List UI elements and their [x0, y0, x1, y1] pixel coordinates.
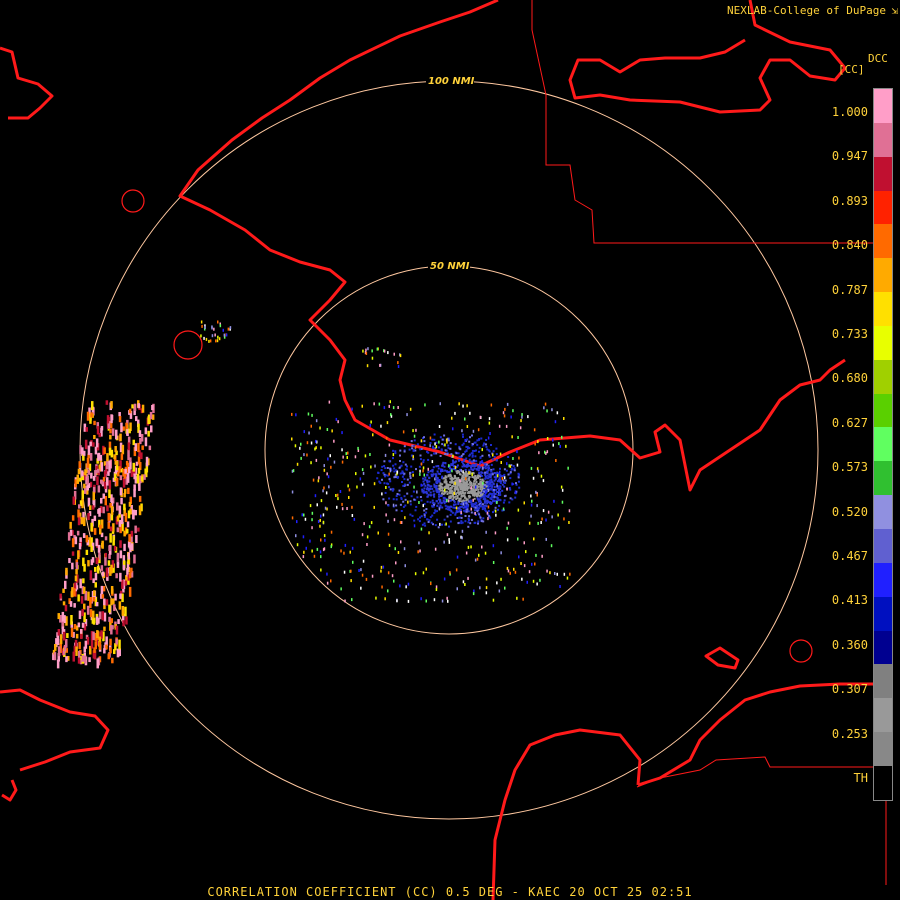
legend-product-code: DCC	[868, 52, 888, 65]
range-ring-100	[79, 80, 819, 820]
ring-label-50: 50 NMI	[430, 261, 470, 272]
legend-swatch	[874, 528, 892, 563]
legend-tick-label: 0.840	[831, 238, 868, 253]
legend-tick-label: 0.893	[831, 193, 868, 208]
legend-swatch	[874, 89, 892, 123]
legend-tick-label: 0.787	[831, 282, 868, 297]
legend-swatch	[874, 359, 892, 394]
legend-swatch	[874, 698, 892, 733]
legend-tick-label: 0.520	[831, 504, 868, 519]
resize-corner-icon[interactable]: ⇲	[891, 4, 898, 17]
legend-swatch	[874, 190, 892, 225]
state-boundaries	[531, 0, 887, 885]
legend-tick-label: 1.000	[831, 105, 868, 119]
legend-unit: [CC]	[838, 63, 865, 76]
legend-tick-label: 0.947	[831, 149, 868, 164]
legend-swatch	[874, 495, 892, 529]
legend-swatch	[874, 325, 892, 360]
legend-swatch	[874, 292, 892, 326]
legend-tick-label: 0.573	[831, 460, 868, 475]
legend-swatch	[874, 562, 892, 597]
legend-tick-label: 0.413	[831, 593, 868, 608]
legend-swatch	[874, 258, 892, 293]
legend-tick-label: 0.253	[831, 726, 868, 741]
legend-swatch	[874, 765, 892, 800]
legend-swatch	[874, 427, 892, 462]
legend-tick-label: 0.680	[831, 371, 868, 386]
legend-swatch	[874, 596, 892, 631]
legend-swatch	[874, 122, 892, 157]
legend-tick-label: 0.467	[831, 549, 868, 563]
legend-swatch	[874, 224, 892, 259]
legend-tick-label: 0.307	[831, 682, 868, 697]
legend-tick-label: TH	[853, 771, 868, 785]
legend-colorbar	[873, 88, 893, 801]
range-ring-50	[264, 265, 634, 635]
legend-swatch	[874, 461, 892, 496]
legend-tick-label: 0.627	[831, 415, 868, 430]
radar-map: 100 NMI 50 NMI	[0, 0, 887, 900]
coastlines	[0, 0, 873, 900]
brand-label: NEXLAB-College of DuPage	[727, 4, 886, 17]
ring-label-100: 100 NMI	[428, 76, 475, 87]
legend-tick-label: 0.360	[831, 637, 868, 652]
legend-tick-label: 0.733	[831, 327, 868, 341]
legend-swatch	[874, 393, 892, 428]
radar-returns	[52, 320, 571, 669]
legend-swatch	[874, 732, 892, 766]
product-caption: CORRELATION COEFFICIENT (CC) 0.5 DEG - K…	[207, 885, 693, 899]
legend-swatch	[874, 664, 892, 699]
legend-swatch	[874, 630, 892, 665]
legend-swatch	[874, 156, 892, 191]
